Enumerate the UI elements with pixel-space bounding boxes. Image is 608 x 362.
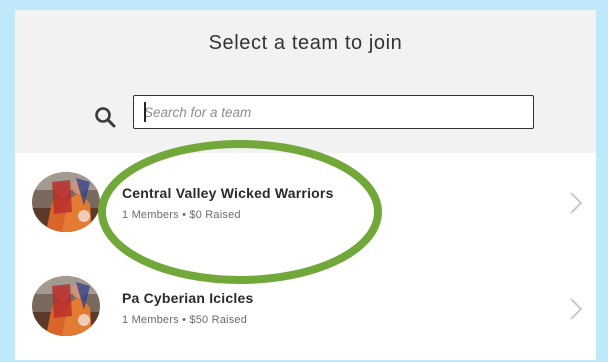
search-icon <box>95 107 116 128</box>
header: Select a team to join <box>15 10 596 153</box>
search-input[interactable] <box>133 95 534 129</box>
team-stats: 1 Members • $0 Raised <box>122 209 241 221</box>
team-avatar <box>32 276 100 336</box>
team-stats: 1 Members • $50 Raised <box>122 314 248 326</box>
team-avatar <box>32 172 100 232</box>
team-name: Central Valley Wicked Warriors <box>122 185 334 201</box>
team-name: Pa Cyberian Icicles <box>122 290 254 306</box>
chevron-right-icon[interactable] <box>569 297 583 321</box>
chevron-right-icon[interactable] <box>569 191 583 215</box>
team-row-1[interactable]: Central Valley Wicked Warriors 1 Members… <box>15 153 596 258</box>
team-select-panel: Select a team to join Central Valley Wi <box>15 10 596 360</box>
text-caret <box>144 102 146 122</box>
page-title: Select a team to join <box>208 32 403 54</box>
team-row-2[interactable]: Pa Cyberian Icicles 1 Members • $50 Rais… <box>15 257 596 360</box>
